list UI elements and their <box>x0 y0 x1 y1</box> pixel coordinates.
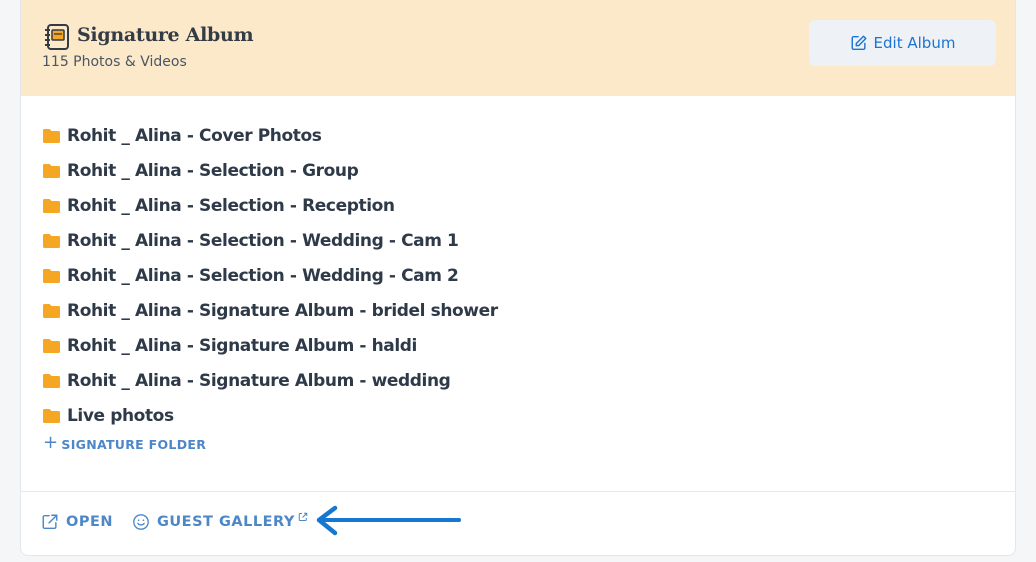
edit-album-button[interactable]: Edit Album <box>809 20 996 66</box>
annotation-arrow-icon <box>316 505 461 536</box>
folder-label: Rohit _ Alina - Cover Photos <box>67 125 322 146</box>
folder-icon <box>43 303 60 318</box>
folder-label: Rohit _ Alina - Selection - Wedding - Ca… <box>67 230 459 251</box>
external-link-small-icon <box>298 512 308 521</box>
folder-item[interactable]: Rohit _ Alina - Signature Album - bridel… <box>42 293 498 328</box>
divider <box>21 491 1015 492</box>
album-card: Signature Album 115 Photos & Videos Edit… <box>20 0 1016 556</box>
folder-icon <box>43 198 60 213</box>
folder-item[interactable]: Rohit _ Alina - Selection - Wedding - Ca… <box>42 258 498 293</box>
edit-icon <box>851 35 867 51</box>
smiley-icon <box>133 514 149 530</box>
folder-icon <box>43 128 60 143</box>
add-signature-folder-button[interactable]: + SIGNATURE FOLDER <box>43 432 207 453</box>
folder-list: Rohit _ Alina - Cover Photos Rohit _ Ali… <box>42 118 498 433</box>
plus-icon: + <box>43 432 59 453</box>
folder-label: Live photos <box>67 405 174 426</box>
album-header: Signature Album 115 Photos & Videos Edit… <box>21 0 1015 96</box>
folder-label: Rohit _ Alina - Selection - Group <box>67 160 359 181</box>
open-label: OPEN <box>66 514 113 530</box>
folder-item[interactable]: Rohit _ Alina - Cover Photos <box>42 118 498 153</box>
edit-album-label: Edit Album <box>873 34 956 52</box>
folder-icon <box>43 373 60 388</box>
open-link[interactable]: OPEN <box>41 513 113 531</box>
folder-item[interactable]: Rohit _ Alina - Selection - Group <box>42 153 498 188</box>
folder-item[interactable]: Rohit _ Alina - Signature Album - haldi <box>42 328 498 363</box>
folder-label: Rohit _ Alina - Selection - Reception <box>67 195 395 216</box>
folder-label: Rohit _ Alina - Signature Album - haldi <box>67 335 417 356</box>
guest-gallery-link[interactable]: GUEST GALLERY <box>132 512 308 531</box>
folder-item[interactable]: Live photos <box>42 398 498 433</box>
add-folder-label: SIGNATURE FOLDER <box>61 436 207 452</box>
external-link-icon <box>42 514 58 530</box>
folder-label: Rohit _ Alina - Selection - Wedding - Ca… <box>67 265 459 286</box>
folder-icon <box>43 233 60 248</box>
folder-item[interactable]: Rohit _ Alina - Signature Album - weddin… <box>42 363 498 398</box>
folder-item[interactable]: Rohit _ Alina - Selection - Wedding - Ca… <box>42 223 498 258</box>
folder-label: Rohit _ Alina - Signature Album - weddin… <box>67 370 451 391</box>
folder-icon <box>43 268 60 283</box>
album-item-count: 115 Photos & Videos <box>42 54 187 70</box>
guest-gallery-label: GUEST GALLERY <box>157 514 295 530</box>
folder-icon <box>43 408 60 423</box>
folder-icon <box>43 338 60 353</box>
folder-item[interactable]: Rohit _ Alina - Selection - Reception <box>42 188 498 223</box>
album-title: Signature Album <box>77 24 254 46</box>
folder-icon <box>43 163 60 178</box>
album-book-icon <box>45 24 69 50</box>
folder-label: Rohit _ Alina - Signature Album - bridel… <box>67 300 498 321</box>
